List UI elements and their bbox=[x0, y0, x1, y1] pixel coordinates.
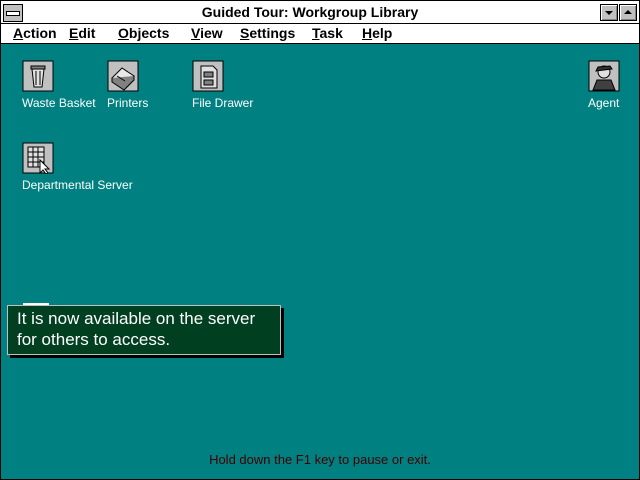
status-hint: Hold down the F1 key to pause or exit. bbox=[209, 452, 431, 467]
window-title: Guided Tour: Workgroup Library bbox=[201, 4, 419, 20]
menu-settings[interactable]: Settings bbox=[240, 25, 295, 42]
title-bar[interactable]: Guided Tour: Workgroup Library bbox=[1, 1, 639, 24]
system-menu-button[interactable] bbox=[3, 4, 23, 22]
menu-task[interactable]: Task bbox=[312, 25, 343, 42]
desktop-area: Waste Basket Printers File Drawer Agent … bbox=[1, 44, 639, 479]
printers-icon bbox=[107, 60, 139, 92]
file-drawer-icon bbox=[192, 60, 224, 92]
minimize-button[interactable] bbox=[600, 4, 618, 21]
icon-label: Agent bbox=[588, 96, 620, 110]
icon-label: Printers bbox=[107, 96, 149, 110]
app-window: Guided Tour: Workgroup Library Action Ed… bbox=[0, 0, 640, 480]
menu-view[interactable]: View bbox=[191, 25, 223, 42]
maximize-button[interactable] bbox=[619, 4, 637, 21]
tour-message-line-2: for others to access. bbox=[17, 330, 171, 349]
icon-label: Departmental Server bbox=[22, 178, 133, 192]
maximize-arrow-icon bbox=[624, 10, 632, 14]
menu-help[interactable]: Help bbox=[362, 25, 392, 42]
tour-message-box: It is now available on the server for ot… bbox=[7, 305, 281, 355]
menu-objects[interactable]: Objects bbox=[118, 25, 169, 42]
agent-icon bbox=[588, 60, 620, 92]
tour-message-line-1: It is now available on the server bbox=[17, 309, 256, 328]
waste-basket-icon bbox=[22, 60, 54, 92]
menu-edit[interactable]: Edit bbox=[69, 25, 95, 42]
icon-label: Waste Basket bbox=[22, 96, 96, 110]
menu-action[interactable]: Action bbox=[13, 25, 57, 42]
minimize-arrow-icon bbox=[605, 11, 613, 15]
departmental-server-icon bbox=[22, 142, 54, 174]
icon-label: File Drawer bbox=[192, 96, 254, 110]
menu-bar: Action Edit Objects View Settings Task H… bbox=[1, 24, 639, 44]
